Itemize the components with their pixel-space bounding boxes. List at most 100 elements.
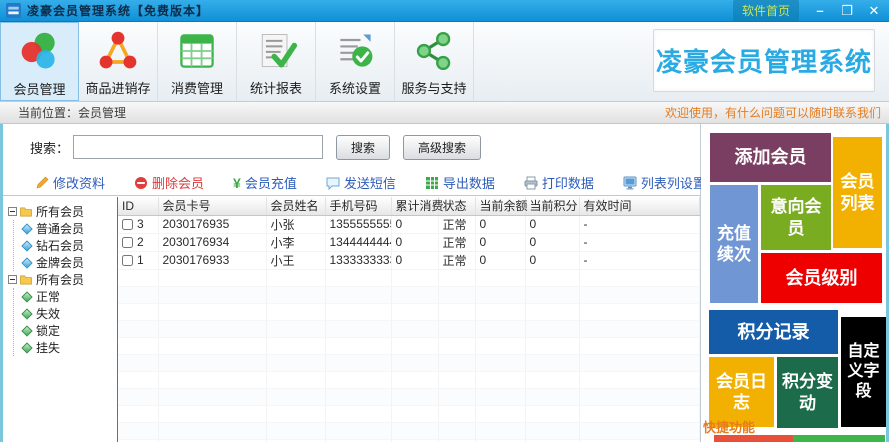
tree-node-all-members-2[interactable]: 所有会员 [8, 271, 117, 288]
empty-row [118, 354, 700, 372]
tree-item-diamond-member[interactable]: 钻石会员 [21, 237, 117, 254]
tree-children: 正常 失效 锁定 挂失 [13, 288, 117, 356]
inventory-molecule-icon [99, 31, 137, 69]
tree-item-gold-member[interactable]: 金牌会员 [21, 254, 117, 271]
search-row: 搜索： 搜索 高级搜索 [3, 132, 700, 162]
tag-icon [21, 324, 33, 337]
toolbar-item-consume[interactable]: 消费管理 [158, 22, 237, 101]
tile-member-level[interactable]: 会员级别 [761, 253, 882, 303]
col-consume[interactable]: 累计消费 [391, 197, 444, 216]
table-row[interactable]: 2 2030176934 小李 13444444444 0 正常 0 0 - [118, 233, 700, 252]
tile-recharge[interactable]: 充值续次 [710, 185, 758, 303]
export-data-link[interactable]: 导出数据 [425, 173, 495, 192]
collapse-icon[interactable] [8, 275, 17, 284]
minimize-button[interactable]: – [813, 4, 827, 17]
print-data-link[interactable]: 打印数据 [524, 173, 594, 192]
recharge-member-link[interactable]: ¥ 会员充值 [233, 173, 297, 192]
empty-row [118, 303, 700, 321]
tree-item-status-lost[interactable]: 挂失 [21, 339, 117, 356]
remove-circle-icon [135, 176, 148, 189]
toolbar-label: 会员管理 [13, 82, 66, 97]
tile-custom-fields[interactable]: 自定义字段 [841, 317, 886, 427]
row-checkbox[interactable] [122, 236, 133, 248]
delete-member-link[interactable]: 删除会员 [134, 173, 204, 192]
tile-points-change[interactable]: 积分变动 [777, 357, 838, 428]
tag-icon [21, 222, 33, 235]
col-status[interactable]: 状态 [438, 197, 476, 216]
tree-item-status-locked[interactable]: 锁定 [21, 322, 117, 339]
tree-item-status-expired[interactable]: 失效 [21, 305, 117, 322]
toolbar-item-settings[interactable]: 系统设置 [316, 22, 395, 101]
toolbar-item-support[interactable]: 服务与支持 [395, 22, 474, 101]
toolbar-label: 统计报表 [249, 81, 302, 96]
tile-partial-red[interactable] [714, 435, 793, 442]
search-button[interactable]: 搜索 [336, 134, 391, 160]
window-title: 凌豪会员管理系统【免费版本】 [27, 4, 210, 18]
table-row[interactable]: 3 2030176935 小张 13555555555 0 正常 0 0 - [118, 215, 700, 234]
brand-logo-text: 凌豪会员管理系统 [655, 47, 872, 77]
export-grid-icon [425, 176, 438, 189]
content-area: 搜索： 搜索 高级搜索 修改资料 删除会员 ¥ 会员充值 发送短信 导出数据 打… [0, 124, 889, 442]
yen-icon: ¥ [233, 174, 241, 191]
col-points[interactable]: 当前积分 [525, 197, 580, 216]
tag-icon [21, 239, 33, 252]
member-group-tree: 所有会员 普通会员 钻石会员 金牌会员 所有会员 正常 失效 锁定 挂失 [3, 197, 118, 442]
report-check-icon [261, 34, 298, 68]
tree-children: 普通会员 钻石会员 金牌会员 [13, 220, 117, 271]
tile-partial-green[interactable] [793, 435, 885, 442]
member-grid: ID 会员卡号 会员姓名 手机号码 累计消费 状态 当前余额 当前积分 有效时间 [118, 197, 700, 442]
row-checkbox[interactable] [122, 218, 133, 230]
quick-panel: 添加会员 会员列表 充值续次 意向会员 会员级别 积分记录 自定义字段 会员日志… [701, 124, 886, 442]
send-sms-link[interactable]: 发送短信 [326, 173, 396, 192]
row-checkbox[interactable] [122, 254, 133, 266]
tag-icon [21, 307, 33, 320]
monitor-icon [623, 176, 637, 189]
column-settings-link[interactable]: 列表列设置 [623, 173, 706, 192]
software-home-button[interactable]: 软件首页 [732, 0, 799, 21]
tag-icon [21, 290, 33, 303]
breadcrumb-bar: 当前位置：会员管理 欢迎使用，有什么问题可以随时联系我们 [0, 102, 889, 124]
toolbar-label: 消费管理 [170, 81, 223, 96]
printer-icon [524, 176, 538, 189]
advanced-search-button[interactable]: 高级搜索 [403, 134, 482, 160]
table-row[interactable]: 1 2030176933 小王 13333333333 0 正常 0 0 - [118, 251, 700, 270]
empty-row [118, 371, 700, 389]
maximize-button[interactable]: ❐ [840, 4, 854, 17]
toolbar-item-reports[interactable]: 统计报表 [237, 22, 316, 101]
edit-member-link[interactable]: 修改资料 [35, 173, 105, 192]
main-toolbar: 会员管理 商品进销存 消费管理 统计报表 系统设置 服务与支持 凌豪会员管理系统 [0, 22, 889, 102]
tile-member-list[interactable]: 会员列表 [833, 137, 882, 248]
collapse-icon[interactable] [8, 207, 17, 216]
member-table: ID 会员卡号 会员姓名 手机号码 累计消费 状态 当前余额 当前积分 有效时间 [118, 197, 700, 442]
close-button[interactable]: ✕ [867, 4, 881, 17]
folder-icon [20, 275, 32, 285]
quick-functions-label: 快捷功能 [703, 420, 756, 435]
search-label: 搜索： [30, 140, 70, 156]
tile-points-record[interactable]: 积分记录 [709, 310, 838, 354]
toolbar-item-members[interactable]: 会员管理 [0, 22, 79, 101]
window-controls: – ❐ ✕ [813, 4, 881, 17]
speech-bubble-icon [326, 177, 340, 190]
toolbar-label: 系统设置 [328, 81, 381, 96]
col-valid[interactable]: 有效时间 [579, 197, 700, 216]
empty-row [118, 388, 700, 406]
tag-icon [21, 256, 33, 269]
table-header-row: ID 会员卡号 会员姓名 手机号码 累计消费 状态 当前余额 当前积分 有效时间 [118, 197, 700, 216]
col-name[interactable]: 会员姓名 [266, 197, 326, 216]
spreadsheet-icon [180, 34, 214, 68]
col-balance[interactable]: 当前余额 [475, 197, 528, 216]
col-card[interactable]: 会员卡号 [158, 197, 267, 216]
empty-row [118, 286, 700, 304]
welcome-message: 欢迎使用，有什么问题可以随时联系我们 [664, 106, 881, 120]
search-input[interactable] [73, 135, 324, 159]
title-bar: 凌豪会员管理系统【免费版本】 软件首页 – ❐ ✕ [0, 0, 889, 22]
tree-item-status-normal[interactable]: 正常 [21, 288, 117, 305]
tree-item-normal-member[interactable]: 普通会员 [21, 220, 117, 237]
col-phone[interactable]: 手机号码 [325, 197, 392, 216]
tile-intent-member[interactable]: 意向会员 [761, 185, 831, 250]
app-icon [6, 3, 21, 18]
tile-add-member[interactable]: 添加会员 [710, 133, 831, 182]
toolbar-item-inventory[interactable]: 商品进销存 [79, 22, 158, 101]
tree-node-all-members-1[interactable]: 所有会员 [8, 203, 117, 220]
col-id[interactable]: ID [118, 197, 159, 216]
